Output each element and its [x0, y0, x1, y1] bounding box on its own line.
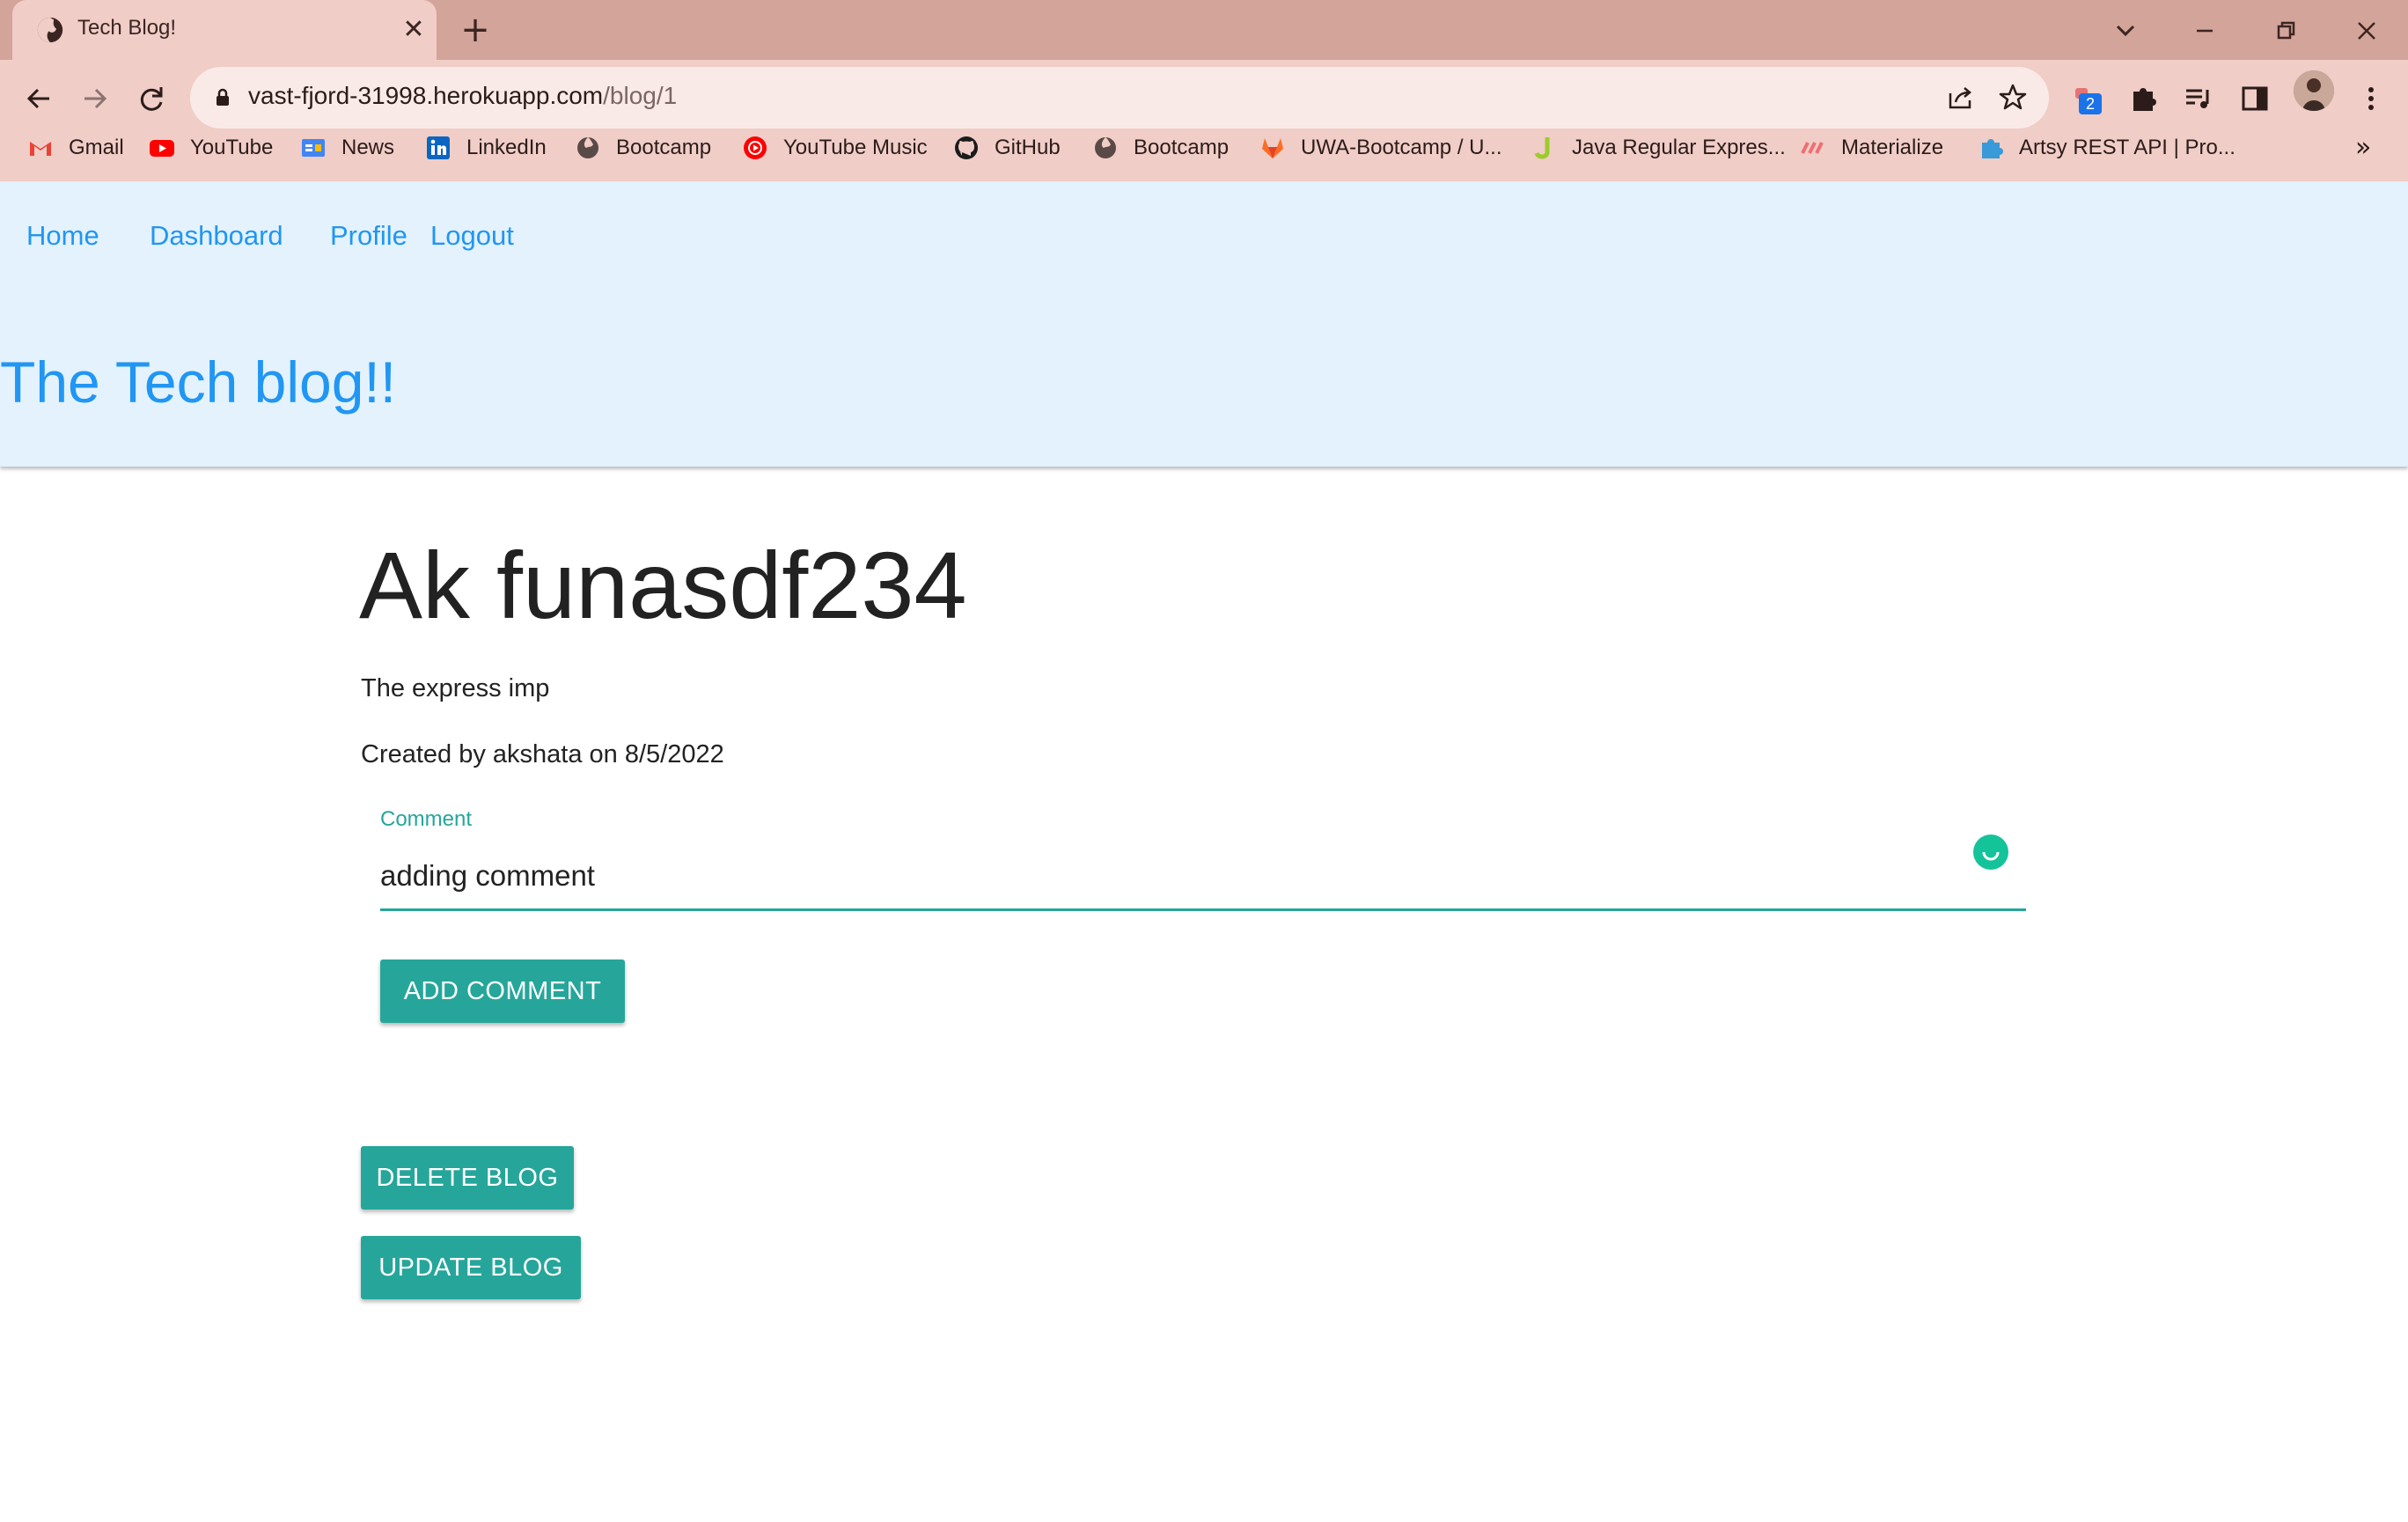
gitlab-icon [1259, 134, 1287, 162]
reload-icon[interactable] [128, 76, 174, 121]
url-text: vast-fjord-31998.herokuapp.com/blog/1 [248, 82, 677, 110]
nav-logout-link[interactable]: Logout [430, 220, 514, 252]
nav-profile-link[interactable]: Profile [330, 220, 407, 252]
linkedin-icon [424, 134, 452, 162]
gmail-icon [26, 134, 55, 162]
nav-home-link[interactable]: Home [26, 220, 99, 252]
youtube-icon [148, 134, 176, 162]
side-panel-icon[interactable] [2235, 79, 2274, 118]
bookmark-label: Bootcamp [616, 136, 712, 159]
github-icon [952, 134, 980, 162]
grammarly-icon[interactable] [1973, 835, 2008, 870]
bookmark-youtube[interactable]: YouTube [148, 121, 273, 174]
bookmarks-overflow-chevron-icon[interactable]: » [2355, 132, 2371, 163]
browser-tab-active[interactable]: Tech Blog! ✕ [12, 0, 437, 60]
post-title: Ak funasdf234 [359, 532, 967, 638]
more-menu-icon[interactable] [2352, 79, 2390, 118]
bookmarks-bar: Gmail YouTube News LinkedIn Bootcamp You… [0, 121, 2408, 174]
bookmark-uwa-bootcamp[interactable]: UWA-Bootcamp / U... [1259, 121, 1502, 174]
media-playlist-icon[interactable] [2179, 79, 2218, 118]
delete-blog-button[interactable]: DELETE BLOG [361, 1146, 574, 1210]
nav-dashboard-link[interactable]: Dashboard [150, 220, 283, 252]
bookmark-label: YouTube [190, 136, 274, 159]
share-icon[interactable] [1943, 81, 1977, 114]
lock-icon[interactable] [209, 85, 236, 111]
new-tab-button[interactable]: + [456, 11, 495, 49]
bookmark-java-regex[interactable]: Java Regular Expres... [1530, 121, 1786, 174]
extensions-puzzle-icon[interactable] [2125, 79, 2163, 118]
bookmark-label: Materialize [1841, 136, 1944, 159]
url-host: vast-fjord-31998.herokuapp.com [248, 82, 604, 109]
bookmark-gmail[interactable]: Gmail [26, 121, 124, 174]
j-icon [1530, 134, 1558, 162]
update-blog-button[interactable]: UPDATE BLOG [361, 1236, 581, 1299]
bookmark-bootcamp-2[interactable]: Bootcamp [1091, 121, 1229, 174]
bookmark-label: News [341, 136, 395, 159]
bookmark-github[interactable]: GitHub [952, 121, 1061, 174]
tab-search-chevron-down-icon[interactable] [2103, 9, 2147, 53]
bookmark-label: Artsy REST API | Pro... [2019, 136, 2235, 159]
browser-tab-strip: Tech Blog! ✕ + [0, 0, 2408, 60]
tab-close-icon[interactable]: ✕ [396, 12, 431, 48]
bookmark-label: GitHub [995, 136, 1061, 159]
url-path: /blog/1 [603, 82, 678, 109]
site-header: Home Dashboard Profile Logout The Tech b… [0, 181, 2408, 467]
bookmark-news[interactable]: News [299, 121, 394, 174]
globe-icon [574, 134, 602, 162]
address-bar[interactable]: vast-fjord-31998.herokuapp.com/blog/1 [190, 67, 2049, 129]
bookmark-linkedin[interactable]: LinkedIn [424, 121, 547, 174]
globe-icon [1091, 134, 1120, 162]
add-comment-button[interactable]: ADD COMMENT [380, 960, 625, 1023]
site-title: The Tech blog!! [0, 349, 397, 415]
forward-arrow-icon[interactable] [72, 76, 118, 121]
globe-icon [35, 15, 65, 45]
extension-badge: 2 [2079, 93, 2102, 114]
bookmark-bootcamp[interactable]: Bootcamp [574, 121, 711, 174]
back-arrow-icon[interactable] [16, 76, 62, 121]
bookmark-materialize[interactable]: Materialize [1799, 121, 1943, 174]
google-news-icon [299, 134, 327, 162]
bookmark-label: Java Regular Expres... [1572, 136, 1786, 159]
minimize-icon[interactable] [2183, 9, 2227, 53]
bookmark-label: LinkedIn [466, 136, 547, 159]
youtube-music-icon [741, 134, 769, 162]
materialize-icon [1799, 134, 1827, 162]
close-window-icon[interactable] [2345, 9, 2389, 53]
comment-label: Comment [380, 807, 473, 831]
bookmark-artsy-rest-api[interactable]: Artsy REST API | Pro... [1977, 121, 2235, 174]
bookmark-label: YouTube Music [783, 136, 928, 159]
post-meta: Created by akshata on 8/5/2022 [361, 740, 724, 768]
bookmark-youtube-music[interactable]: YouTube Music [741, 121, 928, 174]
bookmark-label: Bootcamp [1134, 136, 1230, 159]
tab-title: Tech Blog! [77, 16, 177, 40]
comment-input[interactable] [380, 843, 2026, 911]
puzzle-icon [1977, 134, 2005, 162]
browser-toolbar: vast-fjord-31998.herokuapp.com/blog/1 Gm… [0, 60, 2408, 181]
restore-icon[interactable] [2264, 9, 2308, 53]
post-body: The express imp [361, 674, 550, 702]
bookmark-label: Gmail [69, 136, 124, 159]
bookmark-label: UWA-Bootcamp / U... [1301, 136, 1502, 159]
profile-avatar[interactable] [2294, 70, 2334, 111]
bookmark-star-icon[interactable] [1996, 81, 2030, 114]
